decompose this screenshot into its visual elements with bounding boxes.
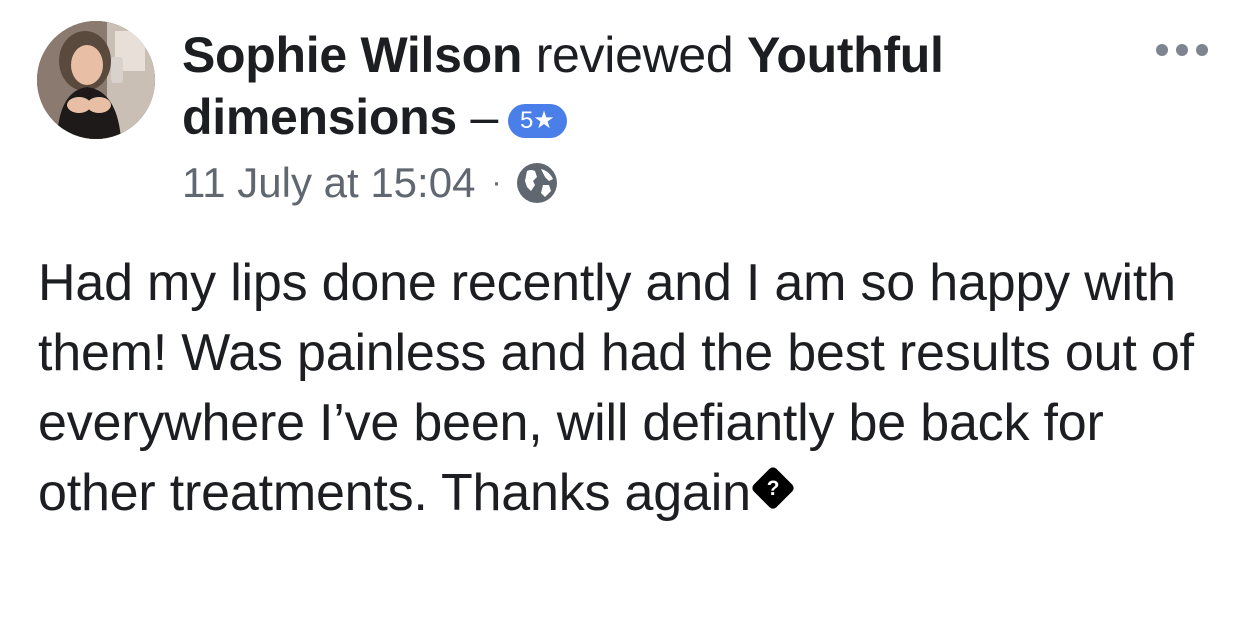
review-body: Had my lips done recently and I am so ha… [38,248,1218,528]
more-dot [1196,44,1208,56]
missing-emoji-icon: ? [750,465,796,511]
more-options-icon[interactable] [1156,40,1208,60]
headline-dash: – [470,89,498,145]
review-headline: Sophie Wilson reviewed Youthful dimensio… [182,24,1122,148]
post-meta: 11 July at 15:04 · [182,158,1122,208]
avatar[interactable] [37,21,155,139]
post-timestamp[interactable]: 11 July at 15:04 [182,158,475,208]
rating-badge: 5★ [507,104,567,138]
globe-icon[interactable] [515,161,559,205]
review-verb: reviewed [535,27,734,83]
missing-emoji-glyph: ? [766,476,780,500]
reviewer-name[interactable]: Sophie Wilson [182,27,522,83]
review-post: Sophie Wilson reviewed Youthful dimensio… [0,0,1242,617]
review-body-text: Had my lips done recently and I am so ha… [38,254,1194,522]
profile-photo [37,21,155,139]
meta-separator: · [491,166,502,199]
review-header: Sophie Wilson reviewed Youthful dimensio… [182,24,1122,208]
more-dot [1176,44,1188,56]
more-dot [1156,44,1168,56]
